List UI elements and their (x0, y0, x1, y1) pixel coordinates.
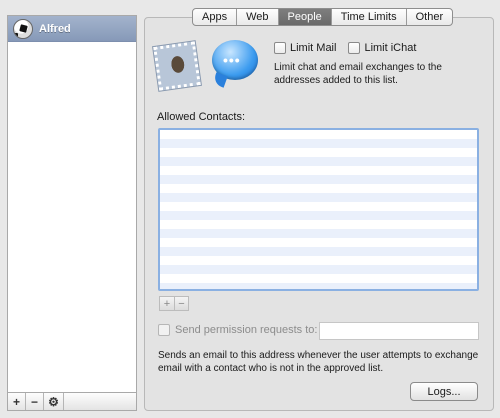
allowed-contacts-title: Allowed Contacts: (157, 111, 246, 123)
send-permission-checkbox[interactable] (158, 324, 170, 336)
add-user-button[interactable]: + (8, 393, 26, 410)
user-list-toolbar: + − ⚙ (7, 393, 137, 411)
allowed-contacts-list[interactable] (158, 128, 479, 291)
tab-web[interactable]: Web (237, 9, 279, 25)
limit-ichat-option[interactable]: Limit iChat (348, 42, 416, 54)
send-permission-description: Sends an email to this address whenever … (158, 350, 479, 374)
limit-ichat-label: Limit iChat (364, 42, 417, 54)
user-list[interactable]: Alfred (7, 15, 137, 393)
limit-mail-label: Limit Mail (290, 42, 337, 54)
send-permission-label: Send permission requests to: (175, 324, 318, 336)
mail-stamp-icon (152, 40, 202, 92)
user-name: Alfred (39, 22, 71, 35)
gear-icon[interactable]: ⚙ (44, 393, 64, 410)
send-permission-email-field[interactable] (319, 322, 479, 340)
soccer-ball-icon (13, 18, 33, 39)
limit-options: Limit Mail Limit iChat (274, 42, 416, 54)
tab-other[interactable]: Other (407, 9, 453, 25)
tab-bar: Apps Web People Time Limits Other (192, 8, 454, 26)
tab-apps[interactable]: Apps (193, 9, 238, 25)
app-icons: ••• (152, 40, 272, 92)
remove-contact-button[interactable]: − (174, 297, 188, 310)
ichat-bubble-icon: ••• (212, 40, 258, 80)
limit-mail-option[interactable]: Limit Mail (274, 42, 336, 54)
limit-mail-checkbox[interactable] (274, 42, 286, 54)
add-contact-button[interactable]: + (160, 297, 174, 310)
remove-user-button[interactable]: − (26, 393, 44, 410)
user-row-alfred[interactable]: Alfred (8, 16, 136, 42)
tab-time-limits[interactable]: Time Limits (332, 9, 407, 25)
logs-button[interactable]: Logs... (410, 382, 478, 401)
contacts-list-buttons: + − (159, 296, 189, 311)
limit-description: Limit chat and email exchanges to the ad… (274, 62, 442, 86)
tab-people[interactable]: People (278, 9, 332, 25)
send-permission-option[interactable]: Send permission requests to: (158, 324, 317, 336)
limit-ichat-checkbox[interactable] (348, 42, 361, 54)
